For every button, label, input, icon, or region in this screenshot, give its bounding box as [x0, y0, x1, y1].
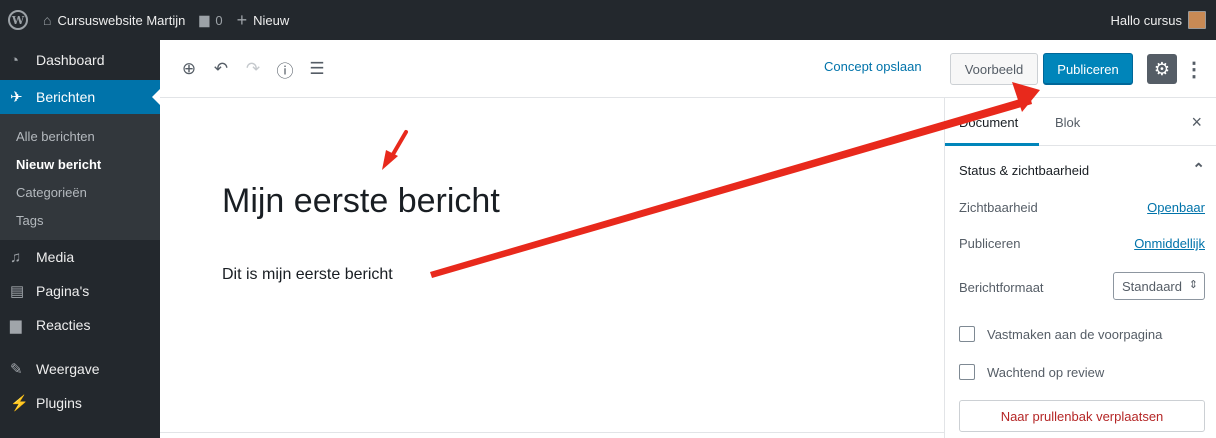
plus-icon: +	[236, 9, 248, 30]
publish-time-row: Publiceren Onmiddellijk	[959, 232, 1205, 256]
post-format-row: Berichtformaat Standaard ⇕	[959, 272, 1205, 300]
submenu-tags[interactable]: Tags	[0, 206, 160, 234]
more-menu-icon[interactable]: ⋮	[1184, 54, 1204, 84]
greeting: Hallo cursus	[1110, 12, 1182, 28]
content-divider	[160, 432, 944, 438]
tab-block[interactable]: Blok	[1055, 115, 1080, 130]
status-visibility-header[interactable]: Status & zichtbaarheid ⌃	[945, 146, 1216, 194]
brush-icon: ✎	[10, 361, 23, 378]
sidebar-item-label: Dashboard	[36, 52, 105, 68]
move-to-trash-button[interactable]: Naar prullenbak verplaatsen	[959, 400, 1205, 432]
new-content-link[interactable]: + Nieuw	[230, 0, 297, 40]
sidebar-item-pages[interactable]: ▤ Pagina's	[0, 274, 160, 308]
visibility-row: Zichtbaarheid Openbaar	[959, 196, 1205, 220]
sidebar-item-label: Pagina's	[36, 283, 90, 299]
paragraph-block[interactable]: Dit is mijn eerste bericht	[222, 266, 393, 284]
visibility-label: Zichtbaarheid	[959, 200, 1038, 215]
publish-time-label: Publiceren	[959, 236, 1021, 251]
sidebar-item-label: Reacties	[36, 317, 91, 333]
sidebar-item-plugins[interactable]: ⚡ Plugins	[0, 386, 160, 420]
new-label: Nieuw	[253, 12, 290, 28]
account-menu[interactable]: Hallo cursus	[1103, 0, 1216, 40]
post-format-label: Berichtformaat	[959, 280, 1044, 295]
select-arrows-icon: ⇕	[1188, 279, 1198, 291]
chevron-up-icon: ⌃	[1192, 161, 1205, 178]
pending-review-checkbox[interactable]	[959, 364, 975, 380]
tab-document[interactable]: Document	[959, 115, 1018, 130]
settings-panel: Document Blok × Status & zichtbaarheid ⌃…	[944, 98, 1216, 438]
outline-icon[interactable]: ☰	[304, 56, 330, 82]
sidebar-item-posts[interactable]: ✈ Berichten	[0, 80, 160, 114]
editor-canvas: Mijn eerste bericht Dit is mijn eerste b…	[160, 98, 944, 438]
sidebar-item-appearance[interactable]: ✎ Weergave	[0, 352, 160, 386]
submenu-all-posts[interactable]: Alle berichten	[0, 122, 160, 150]
post-title[interactable]: Mijn eerste bericht	[222, 182, 500, 221]
sidebar-item-label: Weergave	[36, 361, 100, 377]
pin-icon: ✈	[10, 89, 23, 106]
add-block-icon[interactable]: ⊕	[176, 56, 202, 82]
sidebar-item-media[interactable]: ♫ Media	[0, 240, 160, 274]
submenu-categories[interactable]: Categorieën	[0, 178, 160, 206]
sidebar-item-dashboard[interactable]: ◔ Dashboard	[0, 40, 160, 80]
panel-tabs: Document Blok ×	[945, 98, 1216, 146]
plug-icon: ⚡	[10, 395, 29, 412]
sticky-option[interactable]: Vastmaken aan de voorpagina	[959, 324, 1162, 344]
home-icon: ⌂	[43, 12, 52, 28]
sidebar-item-comments[interactable]: ▆ Reacties	[0, 308, 160, 342]
post-format-select[interactable]: Standaard ⇕	[1113, 272, 1205, 300]
comments-link[interactable]: ▆ 0	[192, 0, 229, 40]
posts-submenu: Alle berichten Nieuw bericht Categorieën…	[0, 114, 160, 240]
close-icon[interactable]: ×	[1191, 112, 1202, 133]
media-icon: ♫	[10, 248, 22, 266]
sticky-checkbox[interactable]	[959, 326, 975, 342]
status-visibility-title: Status & zichtbaarheid	[959, 163, 1090, 178]
sidebar-item-label: Media	[36, 249, 75, 265]
sidebar-item-label: Plugins	[36, 395, 82, 411]
gear-icon[interactable]: ⚙	[1147, 54, 1177, 84]
visibility-link[interactable]: Openbaar	[1147, 200, 1205, 215]
pages-icon: ▤	[10, 283, 25, 300]
comment-icon: ▆	[199, 12, 210, 27]
save-draft-button[interactable]: Concept opslaan	[824, 59, 922, 74]
post-format-value: Standaard	[1122, 278, 1182, 294]
pending-review-option[interactable]: Wachtend op review	[959, 362, 1104, 382]
redo-icon[interactable]: ↷	[240, 56, 266, 82]
sidebar-item-label: Berichten	[36, 89, 96, 105]
pending-review-label: Wachtend op review	[987, 364, 1105, 380]
info-icon[interactable]: ⓘ	[272, 56, 298, 82]
sticky-label: Vastmaken aan de voorpagina	[987, 326, 1163, 342]
preview-button[interactable]: Voorbeeld	[950, 53, 1038, 85]
dashboard-icon: ◔	[10, 51, 20, 69]
undo-icon[interactable]: ↶	[208, 56, 234, 82]
comments-icon: ▆	[10, 317, 22, 334]
comments-count: 0	[215, 12, 223, 28]
site-name-link[interactable]: ⌂ Cursuswebsite Martijn	[36, 0, 192, 40]
publish-time-link[interactable]: Onmiddellijk	[1134, 236, 1205, 251]
wordpress-logo-icon[interactable]: W	[0, 0, 36, 40]
editor-toolbar: ⊕ ↶ ↷ ⓘ ☰ Concept opslaan Voorbeeld Publ…	[160, 40, 1216, 98]
avatar	[1188, 11, 1206, 29]
site-name: Cursuswebsite Martijn	[57, 12, 186, 28]
submenu-new-post[interactable]: Nieuw bericht	[0, 150, 160, 178]
publish-button[interactable]: Publiceren	[1043, 53, 1133, 85]
admin-bar: W ⌂ Cursuswebsite Martijn ▆ 0 + Nieuw Ha…	[0, 0, 1216, 40]
admin-sidebar: ◔ Dashboard ✈ Berichten Alle berichten N…	[0, 40, 160, 438]
